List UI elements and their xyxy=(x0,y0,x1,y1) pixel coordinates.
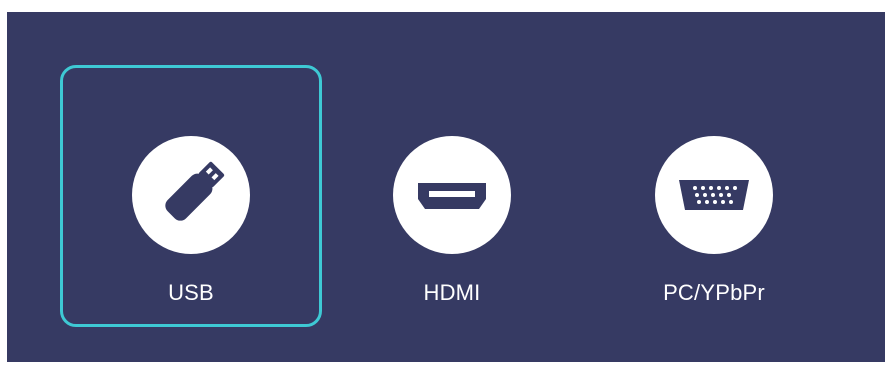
source-label-hdmi: HDMI xyxy=(423,280,481,305)
source-tile-usb[interactable]: USB xyxy=(60,65,322,327)
usb-icon-circle xyxy=(132,136,250,254)
source-tile-pc-ypbpr[interactable]: PC/YPbPr xyxy=(583,65,845,327)
source-label-usb: USB xyxy=(168,280,214,305)
pc-icon-circle xyxy=(655,136,773,254)
input-source-screen: USB HDMI PC/YPbPr xyxy=(7,12,885,362)
source-label-pc-ypbpr: PC/YPbPr xyxy=(663,280,765,305)
vga-port-icon xyxy=(679,180,749,210)
usb-drive-icon xyxy=(165,161,225,221)
hdmi-port-icon xyxy=(418,183,486,209)
source-tile-hdmi[interactable]: HDMI xyxy=(321,65,583,327)
hdmi-icon-circle xyxy=(393,136,511,254)
